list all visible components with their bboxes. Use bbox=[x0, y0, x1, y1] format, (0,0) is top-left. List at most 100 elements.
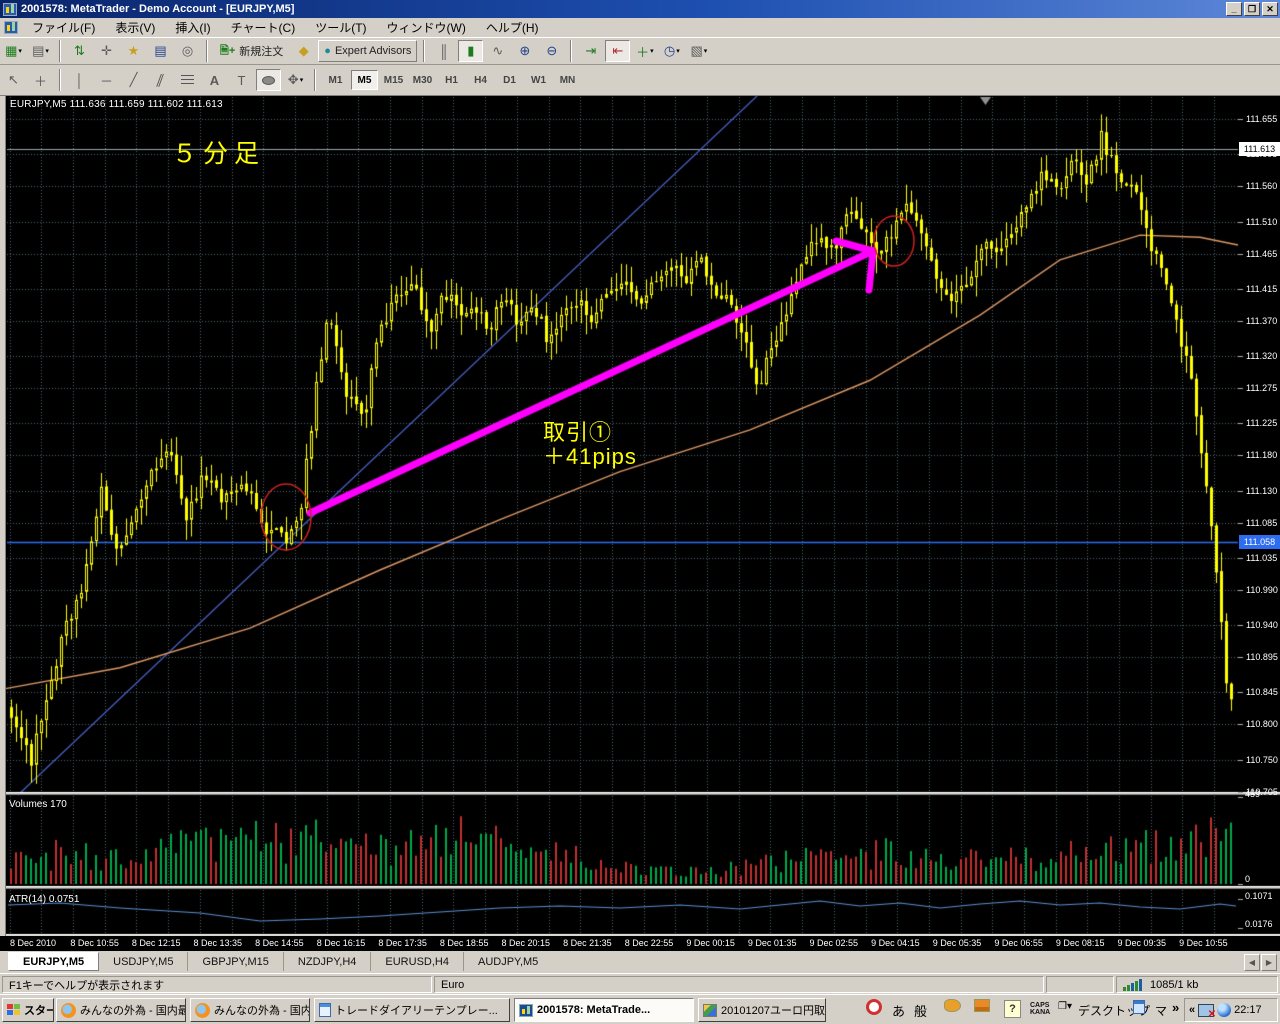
ime-tools-icon[interactable] bbox=[974, 999, 990, 1012]
task-button-label: みんなの外為 - 国内最.. bbox=[80, 1002, 186, 1018]
text-label-button[interactable]: T bbox=[229, 69, 254, 91]
price-tick-label: 111.275 bbox=[1246, 383, 1277, 393]
expert-advisors-button[interactable]: ●Expert Advisors bbox=[318, 40, 417, 62]
menu-item-4[interactable]: ツール(T) bbox=[305, 17, 376, 38]
new-order-button[interactable]: 🗎+新規注文 bbox=[214, 40, 289, 62]
vertical-line-button[interactable]: │ bbox=[67, 69, 92, 91]
timeframe-button-w1[interactable]: W1 bbox=[525, 70, 552, 90]
tab-gbpjpy-m15[interactable]: GBPJPY,M15 bbox=[188, 952, 283, 971]
zoom-in-button[interactable]: ⊕ bbox=[512, 40, 537, 62]
start-button[interactable]: スタート bbox=[2, 998, 54, 1022]
line-chart-button[interactable]: ∿ bbox=[485, 40, 510, 62]
timeframe-button-h4[interactable]: H4 bbox=[467, 70, 494, 90]
restore-button[interactable]: ❐ bbox=[1244, 2, 1260, 16]
timeframe-button-m30[interactable]: M30 bbox=[409, 70, 436, 90]
terminal-button[interactable]: ▤ bbox=[148, 40, 173, 62]
trade-annotation-line2: ＋41pips bbox=[543, 445, 637, 469]
clock: 22:17 bbox=[1234, 1004, 1262, 1016]
price-tick-label: 111.560 bbox=[1246, 181, 1277, 191]
templates-button[interactable]: ▧▾ bbox=[686, 40, 711, 62]
menu-item-1[interactable]: 表示(V) bbox=[105, 17, 165, 38]
ime-input-mode[interactable]: あ bbox=[892, 1001, 905, 1020]
price-tick-label: 111.415 bbox=[1246, 284, 1277, 294]
tray-app-icon[interactable] bbox=[1217, 1003, 1231, 1017]
ime-minimize-icon[interactable]: ❐▾ bbox=[1058, 1001, 1072, 1012]
minimize-button[interactable]: _ bbox=[1226, 2, 1242, 16]
auto-scroll-button[interactable]: ⇥ bbox=[578, 40, 603, 62]
indicators-button[interactable]: ＋▾ bbox=[632, 40, 657, 62]
menu-item-2[interactable]: 挿入(I) bbox=[165, 17, 220, 38]
trendline-button[interactable]: ╱ bbox=[121, 69, 146, 91]
tab-eurusd-h4[interactable]: EURUSD,H4 bbox=[371, 952, 464, 971]
price-tick-label: 111.510 bbox=[1246, 217, 1277, 227]
menu-item-6[interactable]: ヘルプ(H) bbox=[476, 17, 549, 38]
candlestick-button[interactable]: ▮ bbox=[458, 40, 483, 62]
metaeditor-button[interactable]: ◆ bbox=[291, 40, 316, 62]
zoom-out-button[interactable]: ⊖ bbox=[539, 40, 564, 62]
tab-scroll-left-icon[interactable]: ◀ bbox=[1244, 954, 1260, 971]
arrows-button[interactable]: ✥▾ bbox=[283, 69, 308, 91]
price-tick-label: 111.130 bbox=[1246, 486, 1277, 496]
periods-button[interactable]: ◷▾ bbox=[659, 40, 684, 62]
tab-audjpy-m5[interactable]: AUDJPY,M5 bbox=[464, 952, 552, 971]
task-button-0[interactable]: みんなの外為 - 国内最.. bbox=[56, 998, 186, 1022]
taskbar: スタート みんなの外為 - 国内最..みんなの外為 - 国内最..トレードダイア… bbox=[0, 994, 1280, 1024]
price-chart-canvas[interactable] bbox=[0, 96, 1280, 936]
crosshair-button[interactable]: ＋ bbox=[28, 69, 53, 91]
chart-area[interactable]: EURJPY,M5 111.636 111.659 111.602 111.61… bbox=[0, 96, 1280, 951]
status-connection: 1085/1 kb bbox=[1116, 976, 1278, 993]
price-tick-label: 110.895 bbox=[1246, 652, 1278, 662]
timeframe-button-m5[interactable]: M5 bbox=[351, 70, 378, 90]
price-tick-label: 110.845 bbox=[1246, 687, 1278, 697]
task-button-4[interactable]: 20101207ユーロ円取引結... bbox=[698, 998, 826, 1022]
tab-eurjpy-m5[interactable]: EURJPY,M5 bbox=[8, 952, 99, 971]
menu-item-0[interactable]: ファイル(F) bbox=[22, 17, 105, 38]
menu-item-5[interactable]: ウィンドウ(W) bbox=[377, 17, 476, 38]
time-axis-label: 8 Dec 10:55 bbox=[70, 938, 119, 948]
market-watch-button[interactable]: ⇅ bbox=[67, 40, 92, 62]
profiles-button[interactable]: ▤▾ bbox=[28, 40, 53, 62]
time-axis-label: 9 Dec 02:55 bbox=[810, 938, 859, 948]
timeframe-button-m15[interactable]: M15 bbox=[380, 70, 407, 90]
timeframe-button-h1[interactable]: H1 bbox=[438, 70, 465, 90]
task-button-2[interactable]: トレードダイアリーテンプレー... bbox=[314, 998, 510, 1022]
horizontal-line-button[interactable]: ─ bbox=[94, 69, 119, 91]
chart-shift-button[interactable]: ⇤ bbox=[605, 40, 630, 62]
text-button[interactable]: A bbox=[202, 69, 227, 91]
cursor-button[interactable]: ↖ bbox=[1, 69, 26, 91]
ime-help-icon[interactable]: ? bbox=[1004, 1000, 1021, 1018]
bar-chart-button[interactable]: ║ bbox=[431, 40, 456, 62]
tab-scroll-right-icon[interactable]: ▶ bbox=[1261, 954, 1277, 971]
tab-usdjpy-m5[interactable]: USDJPY,M5 bbox=[99, 952, 188, 971]
current-price-box: 111.613 bbox=[1239, 142, 1280, 156]
title-bar[interactable]: 2001578: MetaTrader - Demo Account - [EU… bbox=[0, 0, 1280, 18]
timeframe-button-d1[interactable]: D1 bbox=[496, 70, 523, 90]
close-button[interactable]: ✕ bbox=[1262, 2, 1278, 16]
ime-caps-kana[interactable]: CAPS KANA bbox=[1030, 1002, 1050, 1016]
price-tick-label: 110.800 bbox=[1246, 719, 1278, 729]
fibonacci-button[interactable] bbox=[175, 69, 200, 91]
task-button-1[interactable]: みんなの外為 - 国内最.. bbox=[190, 998, 310, 1022]
network-disconnected-icon[interactable] bbox=[1198, 1004, 1214, 1017]
ime-pen-icon[interactable] bbox=[866, 999, 882, 1015]
folder-icon[interactable] bbox=[1133, 1000, 1145, 1014]
ellipse-button[interactable] bbox=[256, 69, 281, 91]
menu-item-3[interactable]: チャート(C) bbox=[221, 17, 306, 38]
tab-nzdjpy-h4[interactable]: NZDJPY,H4 bbox=[284, 952, 371, 971]
ime-conversion-mode[interactable]: 般 bbox=[914, 1001, 927, 1020]
tray-chevron[interactable]: « bbox=[1189, 1004, 1195, 1016]
strategy-tester-button[interactable]: ◎ bbox=[175, 40, 200, 62]
timeframe-button-m1[interactable]: M1 bbox=[322, 70, 349, 90]
navigator-button[interactable]: ✛ bbox=[94, 40, 119, 62]
new-chart-button[interactable]: ▦▾ bbox=[1, 40, 26, 62]
desktop-item-ma[interactable]: マ bbox=[1155, 1002, 1167, 1019]
line-studies-toolbar: ↖ ＋ │ ─ ╱ ∥ A T ✥▾ M1M5M15M30H1H4D1W1MN bbox=[0, 64, 1280, 96]
timeframe-button-mn[interactable]: MN bbox=[554, 70, 581, 90]
toolbar-overflow-chevron[interactable]: » bbox=[1172, 1000, 1179, 1015]
time-axis[interactable]: 8 Dec 20108 Dec 10:558 Dec 12:158 Dec 13… bbox=[0, 936, 1280, 951]
time-axis-label: 9 Dec 01:35 bbox=[748, 938, 797, 948]
task-button-3[interactable]: 2001578: MetaTrade... bbox=[514, 998, 694, 1022]
channel-button[interactable]: ∥ bbox=[148, 69, 173, 91]
favorites-button[interactable]: ★ bbox=[121, 40, 146, 62]
ime-palette-icon[interactable] bbox=[944, 999, 961, 1012]
